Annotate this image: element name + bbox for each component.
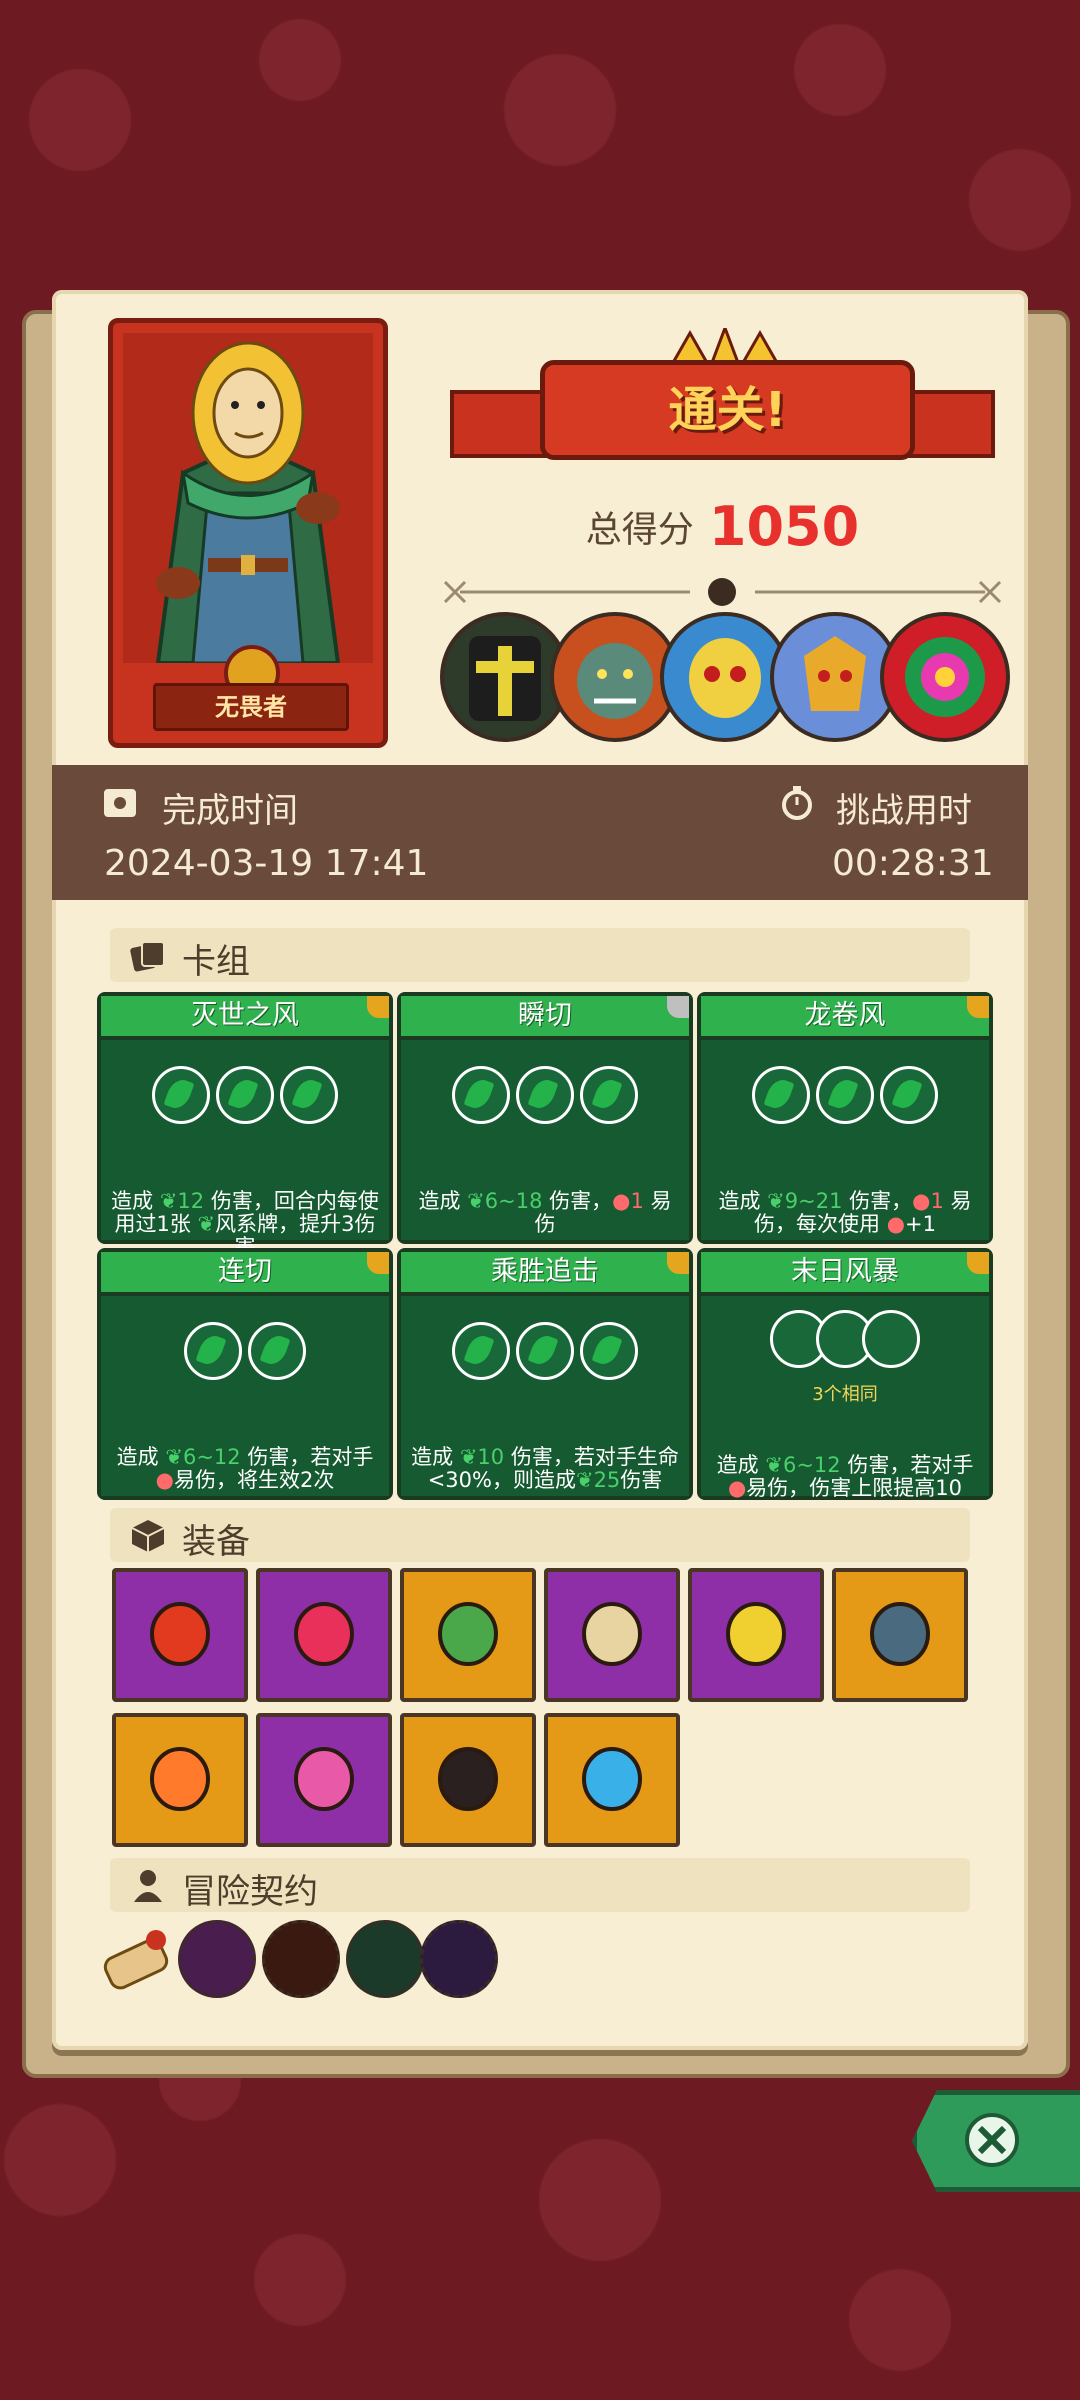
wind-orb-icon bbox=[580, 1322, 638, 1380]
card-cost-orbs bbox=[101, 1066, 389, 1128]
gem-necklace-icon[interactable] bbox=[256, 1568, 392, 1702]
card-rarity-corner bbox=[967, 1252, 989, 1274]
deck-section-header: 卡组 bbox=[110, 928, 970, 982]
wind-orb-icon bbox=[152, 1066, 210, 1124]
card-title: 瞬切 bbox=[401, 996, 689, 1040]
card-description: 造成 ❦6~12 伤害，若对手 ●易伤，将生效2次 bbox=[116, 1445, 374, 1492]
golden-dice-icon[interactable] bbox=[688, 1568, 824, 1702]
hero-name: 无畏者 bbox=[153, 683, 349, 731]
equipment-section-header: 装备 bbox=[110, 1508, 970, 1562]
crystal-shield-icon[interactable] bbox=[544, 1713, 680, 1847]
dark-cloak-icon[interactable] bbox=[400, 1713, 536, 1847]
card-rarity-corner bbox=[367, 1252, 389, 1274]
potion-icon[interactable] bbox=[112, 1568, 248, 1702]
deck-card[interactable]: 龙卷风造成 ❦9~21 伤害，●1 易伤，每次使用 ●+1 bbox=[697, 992, 993, 1244]
wind-orb-icon bbox=[516, 1066, 574, 1124]
scroll-blade-icon[interactable] bbox=[544, 1568, 680, 1702]
card-body: 造成 ❦6~18 伤害，●1 易伤 bbox=[401, 1040, 689, 1240]
card-cost-orbs bbox=[701, 1310, 989, 1384]
hero-portrait bbox=[123, 333, 373, 663]
spider-icon[interactable] bbox=[420, 1920, 498, 1998]
banner-text: 通关! bbox=[668, 382, 787, 438]
card-description: 造成 ❦6~12 伤害，若对手 ●易伤，伤害上限提高10 bbox=[716, 1453, 974, 1500]
deck-card[interactable]: 末日风暴 3个相同 造成 ❦6~12 伤害，若对手 ●易伤，伤害上限提高10 bbox=[697, 1248, 993, 1500]
card-description: 造成 ❦10 伤害，若对手生命<30%，则造成❦25伤害 bbox=[411, 1445, 679, 1492]
ornament-divider bbox=[443, 578, 1002, 606]
card-title: 连切 bbox=[101, 1252, 389, 1296]
contract-title: 冒险契约 bbox=[182, 1872, 318, 1912]
card-title: 乘胜追击 bbox=[401, 1252, 689, 1296]
ribbon-main: 通关! bbox=[540, 360, 915, 460]
cards-icon bbox=[130, 941, 165, 972]
card-cost-orbs bbox=[401, 1066, 689, 1128]
moss-stone-icon[interactable] bbox=[400, 1568, 536, 1702]
card-body: 3个相同造成 ❦6~12 伤害，若对手 ●易伤，伤害上限提高10 bbox=[701, 1296, 989, 1500]
challenge-time-value: 00:28:31 bbox=[832, 843, 994, 884]
card-cost-orbs bbox=[101, 1322, 389, 1384]
heart-amulet-icon[interactable] bbox=[256, 1713, 392, 1847]
close-icon[interactable] bbox=[965, 2113, 1019, 2167]
scroll-icon[interactable] bbox=[98, 1918, 178, 1998]
card-cost-orbs bbox=[701, 1066, 989, 1128]
card-body: 造成 ❦9~21 伤害，●1 易伤，每次使用 ●+1 bbox=[701, 1040, 989, 1240]
finish-time-value: 2024-03-19 17:41 bbox=[104, 843, 429, 884]
wind-orb-icon bbox=[752, 1066, 810, 1124]
wind-orb-icon bbox=[862, 1310, 920, 1368]
person-icon bbox=[134, 1870, 162, 1902]
card-title: 末日风暴 bbox=[701, 1252, 989, 1296]
total-score: 总得分 1050 bbox=[450, 495, 995, 558]
stopwatch-icon bbox=[782, 786, 812, 820]
box-icon bbox=[131, 1520, 165, 1552]
deck-card[interactable]: 瞬切造成 ❦6~18 伤害，●1 易伤 bbox=[397, 992, 693, 1244]
wind-orb-icon bbox=[280, 1066, 338, 1124]
card-description: 造成 ❦9~21 伤害，●1 易伤，每次使用 ●+1 bbox=[718, 1189, 972, 1236]
wind-orb-icon bbox=[216, 1066, 274, 1124]
card-rarity-corner bbox=[967, 996, 989, 1018]
card-body: 造成 ❦10 伤害，若对手生命<30%，则造成❦25伤害 bbox=[401, 1296, 689, 1496]
finish-time-label: 完成时间 bbox=[162, 791, 298, 831]
wind-orb-icon bbox=[248, 1322, 306, 1380]
equipment-title: 装备 bbox=[182, 1522, 250, 1562]
card-description: 造成 ❦6~18 伤害，●1 易伤 bbox=[418, 1189, 672, 1236]
defeated-bosses bbox=[440, 612, 1010, 742]
score-label: 总得分 bbox=[585, 509, 694, 551]
card-cost-orbs bbox=[401, 1322, 689, 1384]
card-rarity-corner bbox=[367, 996, 389, 1018]
card-title: 灭世之风 bbox=[101, 996, 389, 1040]
deck-title: 卡组 bbox=[182, 942, 250, 982]
wind-orb-icon bbox=[516, 1322, 574, 1380]
score-value: 1050 bbox=[708, 495, 860, 558]
wind-orb-icon bbox=[452, 1066, 510, 1124]
same-requirement-label: 3个相同 bbox=[812, 1384, 878, 1405]
deck-card[interactable]: 灭世之风 造成 ❦12 伤害，回合内每使用过1张 ❦风系牌，提升3伤害 bbox=[97, 992, 393, 1259]
bottle-icon[interactable] bbox=[346, 1920, 424, 1998]
card-rarity-corner bbox=[667, 996, 689, 1018]
hero-card: 无畏者 bbox=[108, 318, 388, 748]
deck-card[interactable]: 乘胜追击造成 ❦10 伤害，若对手生命<30%，则造成❦25伤害 bbox=[397, 1248, 693, 1500]
card-title: 龙卷风 bbox=[701, 996, 989, 1040]
victory-banner: 通关! bbox=[450, 320, 995, 490]
wind-orb-icon bbox=[816, 1066, 874, 1124]
boss-chaos-icon bbox=[880, 612, 1010, 742]
demon-icon[interactable] bbox=[178, 1920, 256, 1998]
card-body: 造成 ❦6~12 伤害，若对手 ●易伤，将生效2次 bbox=[101, 1296, 389, 1496]
deck-card[interactable]: 连切造成 ❦6~12 伤害，若对手 ●易伤，将生效2次 bbox=[97, 1248, 393, 1500]
stone-ring-icon[interactable] bbox=[832, 1568, 968, 1702]
wind-orb-icon bbox=[452, 1322, 510, 1380]
fire-feather-icon[interactable] bbox=[112, 1713, 248, 1847]
contract-section-header: 冒险契约 bbox=[110, 1858, 970, 1912]
time-info: 完成时间 2024-03-19 17:41 挑战用时 00:28:31 bbox=[52, 765, 1028, 900]
wind-orb-icon bbox=[580, 1066, 638, 1124]
wind-orb-icon bbox=[880, 1066, 938, 1124]
pipe-icon[interactable] bbox=[262, 1920, 340, 1998]
wind-orb-icon bbox=[184, 1322, 242, 1380]
calendar-icon bbox=[104, 789, 136, 817]
challenge-time-label: 挑战用时 bbox=[836, 791, 972, 831]
card-body: 造成 ❦12 伤害，回合内每使用过1张 ❦风系牌，提升3伤害 bbox=[101, 1040, 389, 1259]
card-rarity-corner bbox=[667, 1252, 689, 1274]
